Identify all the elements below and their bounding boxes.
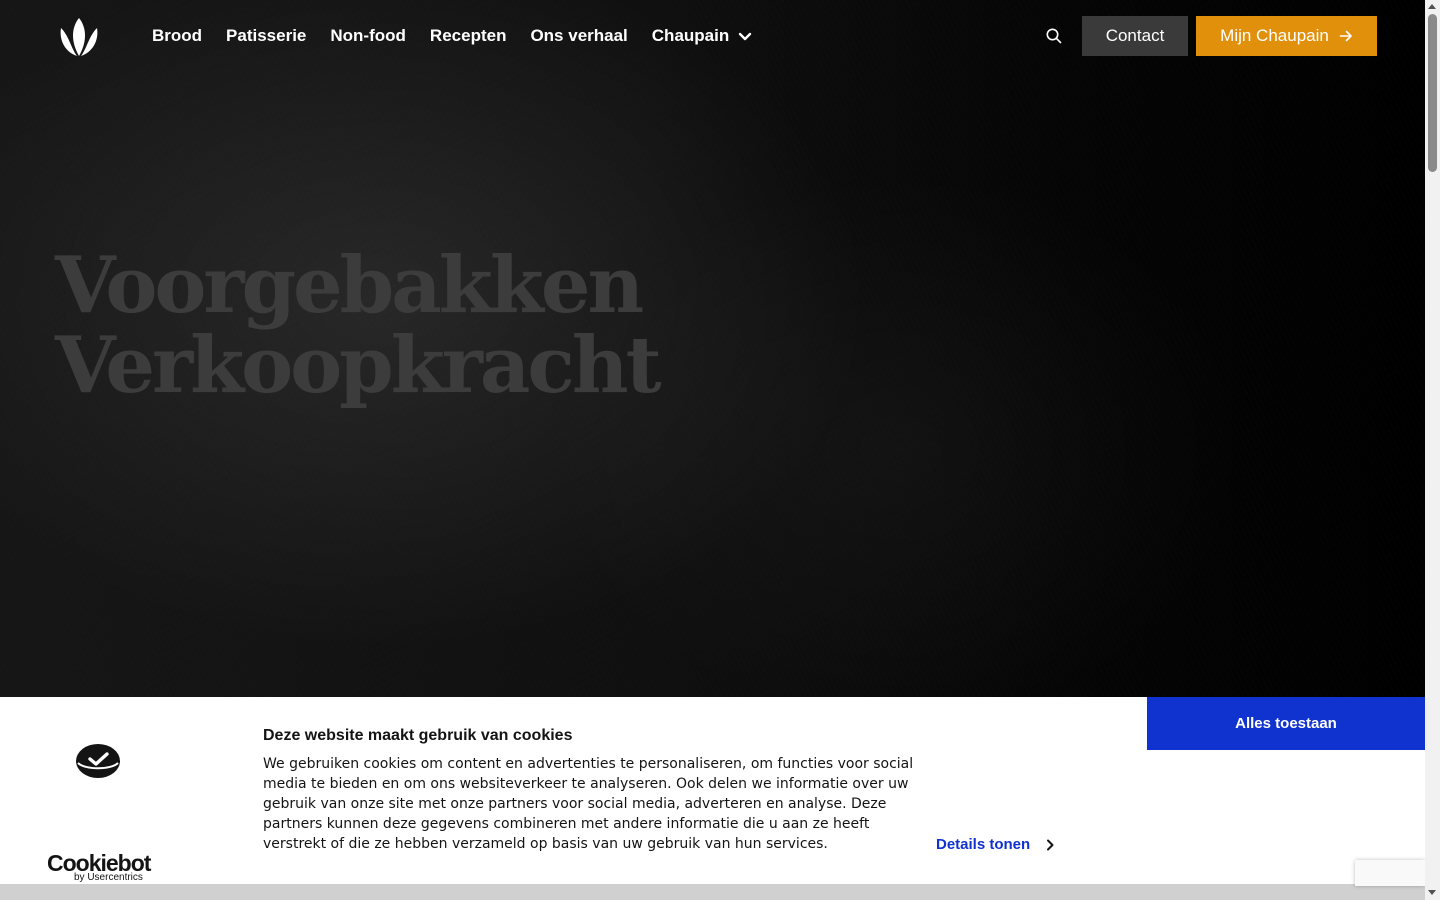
mijn-chaupain-button[interactable]: Mijn Chaupain <box>1196 16 1377 56</box>
nav-label: Patisserie <box>226 26 307 45</box>
nav-label: Non-food <box>330 26 406 45</box>
nav-label: Ons verhaal <box>530 26 628 45</box>
chevron-right-icon <box>1047 839 1054 851</box>
nav-item-recepten[interactable]: Recepten <box>430 24 507 48</box>
cookie-text: We gebruiken cookies om content en adver… <box>263 756 914 852</box>
contact-button[interactable]: Contact <box>1082 16 1188 56</box>
search-icon[interactable] <box>1044 26 1064 46</box>
contact-label: Contact <box>1105 26 1165 45</box>
hero-title-line2: Verkoopkracht <box>55 320 662 411</box>
hero-title: Voorgebakken Verkoopkracht <box>55 240 662 411</box>
nav-item-brood[interactable]: Brood <box>152 24 202 48</box>
cookiebot-icon <box>76 744 120 778</box>
recaptcha-badge <box>1355 860 1425 886</box>
page-below-banner <box>0 884 1425 900</box>
cookiebot-by: by Usercentrics <box>74 872 143 883</box>
nav-label: Recepten <box>429 26 507 45</box>
allow-all-button[interactable]: Alles toestaan <box>1147 697 1425 750</box>
show-details-link[interactable]: Details tonen <box>936 834 1055 856</box>
mijn-chaupain-label: Mijn Chaupain <box>1220 26 1329 45</box>
scrollbar[interactable] <box>1425 0 1440 900</box>
nav-label: Brood <box>152 26 203 45</box>
nav-item-ons-verhaal[interactable]: Ons verhaal <box>530 24 627 48</box>
scroll-down-arrow[interactable] <box>1428 890 1436 895</box>
scroll-up-arrow[interactable] <box>1428 4 1436 9</box>
nav-label: Chaupain <box>651 26 730 45</box>
details-label: Details tonen <box>936 836 1031 853</box>
nav-item-chaupain[interactable]: Chaupain <box>652 24 752 48</box>
nav-item-non-food[interactable]: Non-food <box>330 24 406 48</box>
allow-all-label: Alles toestaan <box>1235 715 1337 732</box>
chaupain-logo-icon[interactable] <box>57 16 101 58</box>
nav-item-patisserie[interactable]: Patisserie <box>226 24 306 48</box>
chevron-down-icon <box>739 32 752 41</box>
hero-title-line1: Voorgebakken <box>55 240 644 331</box>
arrow-right-icon <box>1339 30 1352 42</box>
scroll-thumb[interactable] <box>1428 14 1437 172</box>
main-nav: Brood Patisserie Non-food Recepten Ons v… <box>152 24 776 48</box>
cookie-title: Deze website maakt gebruik van cookies <box>263 727 573 744</box>
site-header: Brood Patisserie Non-food Recepten Ons v… <box>0 0 1425 72</box>
